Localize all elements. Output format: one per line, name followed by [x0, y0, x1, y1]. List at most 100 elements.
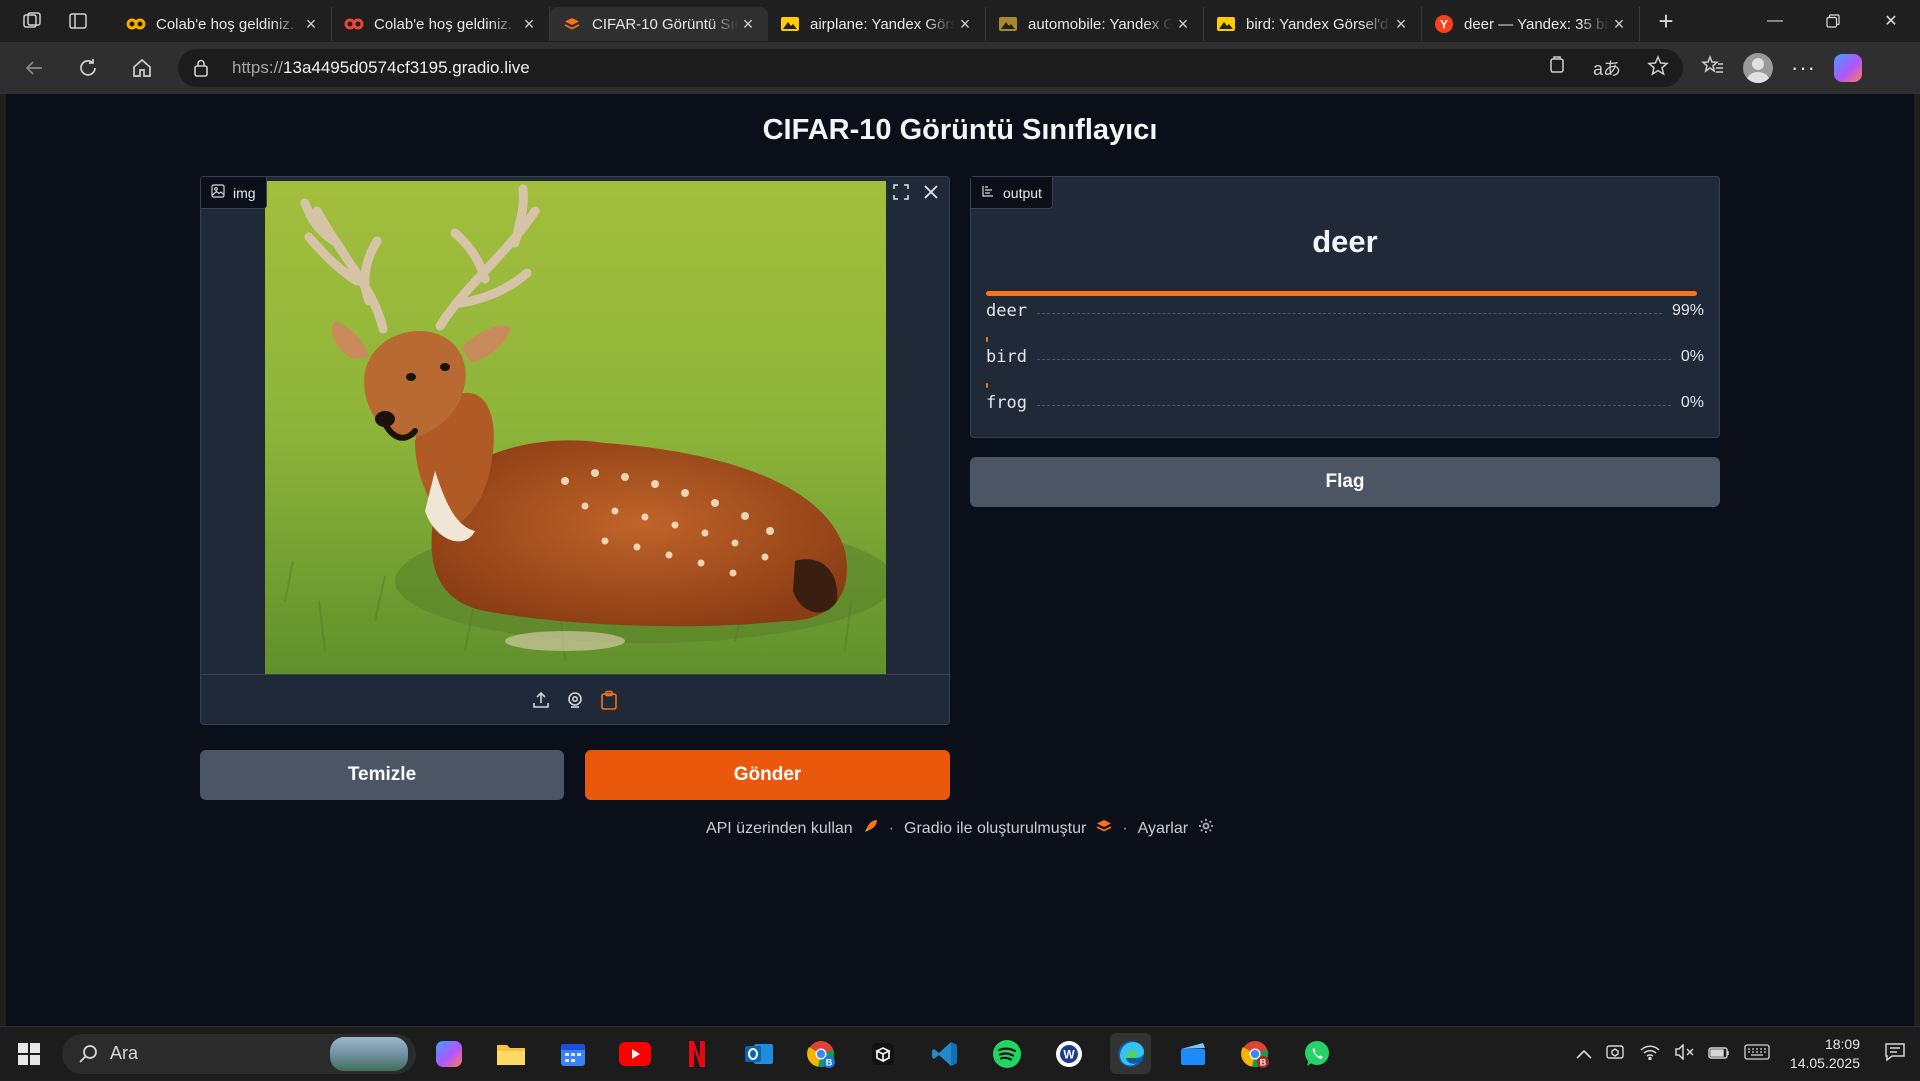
restore-icon[interactable]: [1804, 0, 1862, 42]
svg-text:Y: Y: [1440, 18, 1448, 32]
close-tab-icon[interactable]: ×: [955, 14, 975, 35]
app-available-icon[interactable]: [1547, 55, 1567, 82]
copilot-icon[interactable]: [1833, 54, 1862, 82]
close-tab-icon[interactable]: ×: [519, 14, 539, 35]
gradio-link[interactable]: Gradio ile oluşturulmuştur: [904, 820, 1086, 838]
search-highlight-image: [330, 1036, 408, 1071]
confidence-row[interactable]: deer 99%: [986, 287, 1704, 333]
search-placeholder: Ara: [110, 1043, 139, 1063]
input-label-text: img: [233, 184, 256, 201]
tab-title: airplane: Yandex Görsel'de: [810, 15, 955, 33]
vscode-icon[interactable]: [924, 1033, 965, 1074]
api-link[interactable]: API üzerinden kullan: [706, 820, 853, 838]
browser-tab[interactable]: Colab'e hoş geldiniz. ×: [114, 7, 332, 41]
lock-icon[interactable]: [192, 58, 220, 78]
url-host: 13a4495d0574cf3195.gradio.live: [283, 58, 530, 77]
fullscreen-icon[interactable]: [891, 181, 911, 203]
clipboard-icon[interactable]: [599, 690, 619, 710]
clock[interactable]: 18:09 14.05.2025: [1790, 1035, 1860, 1073]
search-icon: [78, 1044, 98, 1064]
file-explorer-icon[interactable]: [490, 1033, 531, 1074]
window-controls: — ✕: [1746, 0, 1920, 42]
svg-text:W: W: [1063, 1047, 1075, 1061]
vertical-tabs-icon[interactable]: [60, 5, 96, 37]
svg-text:B: B: [1259, 1057, 1266, 1067]
svg-text:B: B: [825, 1057, 832, 1067]
calendar-icon[interactable]: [552, 1033, 593, 1074]
image-input-panel[interactable]: img: [200, 176, 950, 725]
workspaces-icon[interactable]: [14, 5, 50, 37]
clapper-app-icon[interactable]: [1172, 1033, 1213, 1074]
settings-link[interactable]: Ayarlar: [1138, 820, 1188, 838]
clear-button[interactable]: Temizle: [200, 750, 564, 800]
app-box-icon[interactable]: [862, 1033, 903, 1074]
volume-muted-icon[interactable]: [1674, 1043, 1694, 1063]
browser-tab[interactable]: Colab'e hoş geldiniz. ×: [332, 7, 550, 41]
youtube-icon[interactable]: [614, 1033, 655, 1074]
input-label: img: [201, 177, 267, 209]
close-tab-icon[interactable]: ×: [738, 14, 758, 35]
home-icon[interactable]: [120, 50, 164, 86]
gradio-logo-icon: [1096, 819, 1112, 838]
edge-icon[interactable]: [1110, 1033, 1151, 1074]
class-label: frog: [986, 393, 1027, 413]
confidence-row[interactable]: bird 0%: [986, 333, 1704, 379]
more-menu-icon[interactable]: ···: [1791, 55, 1816, 81]
yandex-images-icon: [780, 16, 800, 32]
new-tab-button[interactable]: +: [1646, 5, 1686, 37]
spotify-icon[interactable]: [986, 1033, 1027, 1074]
upload-icon[interactable]: [531, 690, 551, 710]
chevron-up-icon[interactable]: [1576, 1046, 1592, 1062]
copilot-app-icon[interactable]: [428, 1033, 469, 1074]
submit-button[interactable]: Gönder: [585, 750, 950, 800]
minimize-icon[interactable]: —: [1746, 0, 1804, 42]
browser-tab-active[interactable]: CIFAR-10 Görüntü Sınıflayıcı ×: [550, 7, 768, 41]
yandex-icon: Y: [1434, 15, 1454, 33]
close-tab-icon[interactable]: ×: [1391, 14, 1411, 35]
favorite-star-icon[interactable]: [1647, 54, 1669, 82]
security-icon[interactable]: [1606, 1043, 1626, 1064]
class-confidence: 0%: [1680, 348, 1704, 365]
class-confidence: 99%: [1671, 302, 1704, 319]
reload-icon[interactable]: [66, 50, 110, 86]
back-icon[interactable]: [12, 50, 56, 86]
start-button[interactable]: [0, 1027, 58, 1081]
keyboard-icon[interactable]: [1744, 1044, 1770, 1063]
browser-tab[interactable]: bird: Yandex Görsel'de ×: [1204, 7, 1422, 41]
taskbar: Ara B W B 18:09 14.05.2025: [0, 1026, 1920, 1080]
tab-title: Colab'e hoş geldiniz.: [156, 15, 294, 33]
outlook-icon[interactable]: [738, 1033, 779, 1074]
chrome-profile-icon[interactable]: B: [800, 1033, 841, 1074]
chrome-profile-icon[interactable]: B: [1234, 1033, 1275, 1074]
remove-image-icon[interactable]: [921, 181, 941, 203]
image-tools: [891, 181, 941, 203]
netflix-icon[interactable]: [676, 1033, 717, 1074]
taskbar-search[interactable]: Ara: [62, 1033, 416, 1074]
tab-title: CIFAR-10 Görüntü Sınıflayıcı: [592, 15, 738, 33]
webcam-icon[interactable]: [565, 690, 585, 710]
page-footer: API üzerinden kullan · Gradio ile oluştu…: [6, 818, 1914, 839]
close-window-icon[interactable]: ✕: [1862, 0, 1920, 42]
browser-tab[interactable]: airplane: Yandex Görsel'de ×: [768, 7, 986, 41]
close-tab-icon[interactable]: ×: [1173, 14, 1193, 35]
address-bar[interactable]: https://13a4495d0574cf3195.gradio.live a…: [178, 49, 1683, 87]
footer-separator: ·: [888, 819, 895, 837]
battery-icon[interactable]: [1708, 1046, 1730, 1062]
app-w-icon[interactable]: W: [1048, 1033, 1089, 1074]
image-icon: [211, 184, 225, 201]
whatsapp-icon[interactable]: [1296, 1033, 1337, 1074]
browser-tab[interactable]: Y deer — Yandex: 35 bin ×: [1422, 7, 1640, 41]
favorites-icon[interactable]: [1701, 54, 1725, 82]
output-label: output: [971, 177, 1053, 209]
translate-icon[interactable]: aあ: [1593, 55, 1621, 82]
browser-tab[interactable]: automobile: Yandex Görsel'de ×: [986, 7, 1204, 41]
browser-toolbar: https://13a4495d0574cf3195.gradio.live a…: [0, 42, 1920, 94]
flag-button[interactable]: Flag: [970, 457, 1720, 507]
confidence-row[interactable]: frog 0%: [986, 379, 1704, 425]
clock-date: 14.05.2025: [1789, 1054, 1860, 1071]
notifications-icon[interactable]: [1884, 1042, 1906, 1065]
wifi-icon[interactable]: [1640, 1044, 1660, 1063]
close-tab-icon[interactable]: ×: [1609, 14, 1629, 35]
close-tab-icon[interactable]: ×: [301, 14, 321, 35]
profile-avatar[interactable]: [1743, 53, 1773, 83]
